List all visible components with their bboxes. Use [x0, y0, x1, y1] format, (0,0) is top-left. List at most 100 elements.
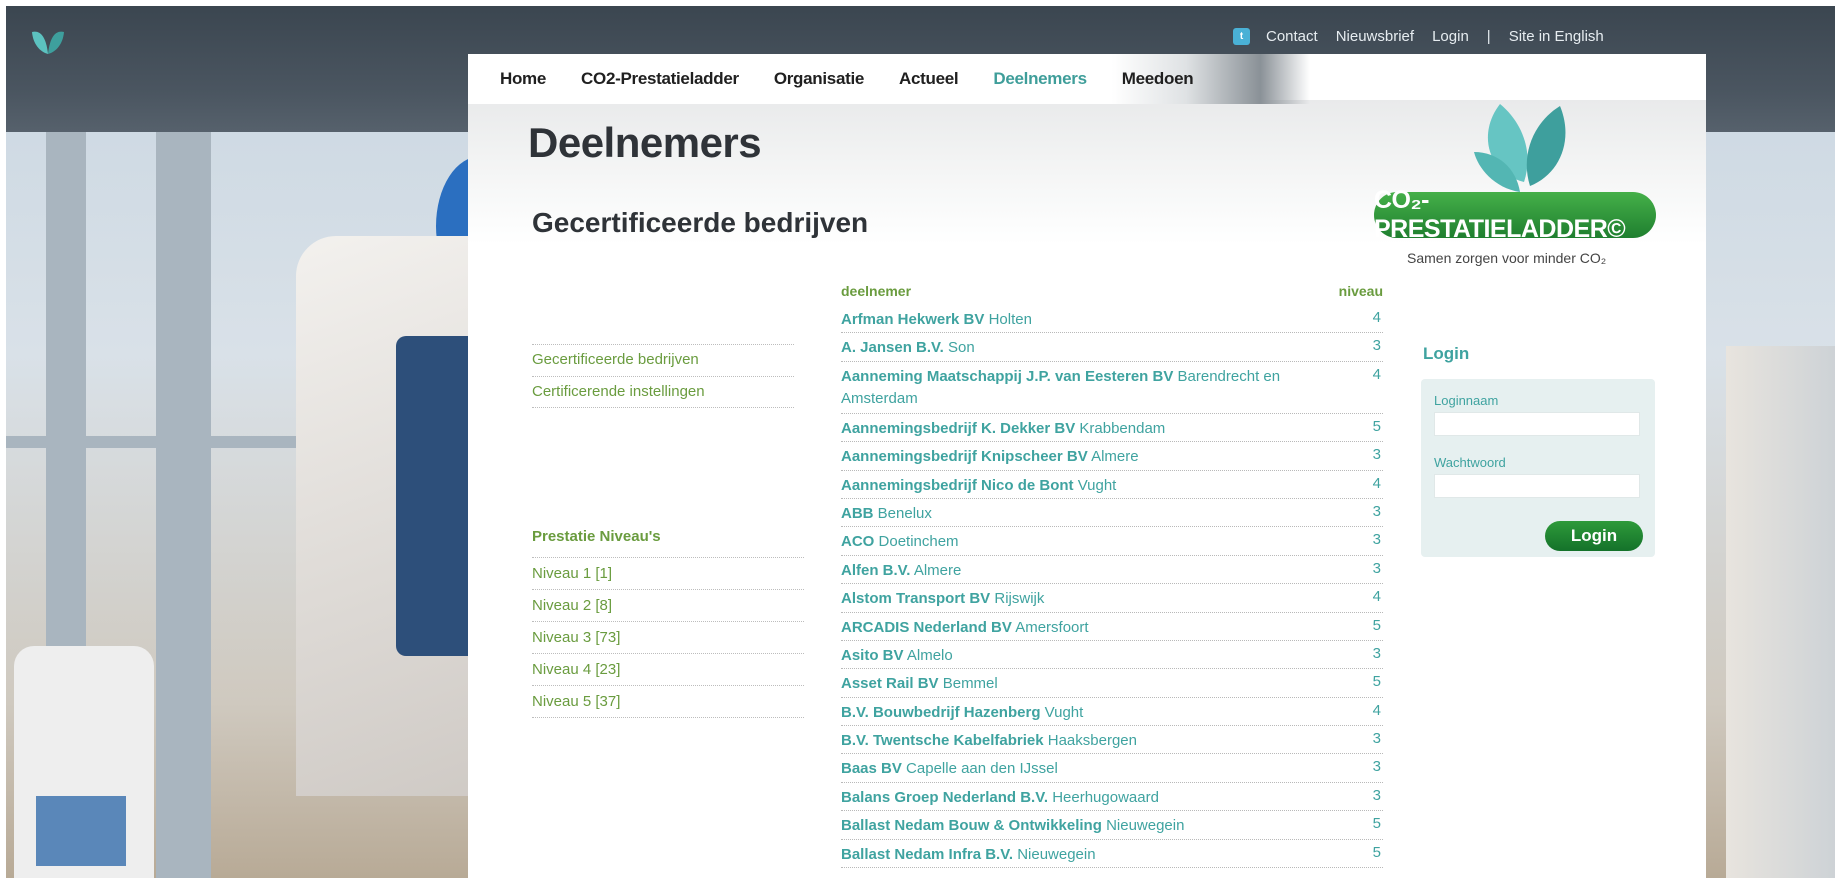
- table-row[interactable]: Alfen B.V. Almere 3: [841, 556, 1383, 585]
- participant-level: 3: [1372, 786, 1381, 804]
- table-row[interactable]: Aanneming Maatschappij J.P. van Eesteren…: [841, 362, 1383, 414]
- username-field[interactable]: [1434, 412, 1640, 436]
- brand-logo[interactable]: CO₂-PRESTATIELADDER© Samen zorgen voor m…: [1374, 82, 1674, 282]
- participant-level: 4: [1372, 309, 1381, 326]
- participant-name[interactable]: ARCADIS Nederland BV Amersfoort: [841, 617, 1311, 639]
- company-name[interactable]: Ballast Nedam Bouw & Ontwikkeling: [841, 817, 1102, 834]
- table-row[interactable]: Baas BV Capelle aan den IJssel 3: [841, 754, 1383, 783]
- table-row[interactable]: Aannemingsbedrijf Nico de Bont Vught 4: [841, 471, 1383, 499]
- nav-deelnemers[interactable]: Deelnemers: [993, 69, 1087, 89]
- table-row[interactable]: Aannemingsbedrijf Knipscheer BV Almere 3: [841, 442, 1383, 471]
- participant-level: 3: [1372, 531, 1381, 549]
- nav-meedoen[interactable]: Meedoen: [1122, 69, 1194, 89]
- column-header-deelnemer: deelnemer: [841, 283, 912, 299]
- company-name[interactable]: Alstom Transport BV: [841, 590, 990, 607]
- participant-level: 3: [1372, 559, 1381, 577]
- participant-name[interactable]: Asset Rail BV Bemmel: [841, 673, 1311, 695]
- password-field[interactable]: [1434, 474, 1640, 498]
- company-name[interactable]: Arfman Hekwerk BV: [841, 311, 984, 328]
- table-row[interactable]: ACO Doetinchem 3: [841, 527, 1383, 556]
- participant-name[interactable]: Baas BV Capelle aan den IJssel: [841, 758, 1311, 780]
- participant-name[interactable]: Asito BV Almelo: [841, 645, 1311, 667]
- company-name[interactable]: Aannemingsbedrijf K. Dekker BV: [841, 420, 1075, 437]
- english-site-link[interactable]: Site in English: [1509, 28, 1604, 45]
- login-button[interactable]: Login: [1545, 521, 1643, 551]
- company-name[interactable]: Baas BV: [841, 760, 902, 777]
- level-filter-item[interactable]: Niveau 5 [37]: [532, 686, 804, 718]
- participant-name[interactable]: Ballast Nedam Bouw & Ontwikkeling Nieuwe…: [841, 815, 1311, 837]
- nav-co2-prestatieladder[interactable]: CO2-Prestatieladder: [581, 69, 739, 89]
- background-bottle-label: [36, 796, 126, 866]
- level-filter-item[interactable]: Niveau 1 [1]: [532, 558, 804, 590]
- table-row[interactable]: Ballast Nedam Bouw & Ontwikkeling Nieuwe…: [841, 811, 1383, 840]
- login-link[interactable]: Login: [1432, 28, 1469, 45]
- level-filter-item[interactable]: Niveau 4 [23]: [532, 654, 804, 686]
- level-filter-item[interactable]: Niveau 2 [8]: [532, 590, 804, 622]
- participant-level: 3: [1372, 730, 1381, 748]
- participant-name[interactable]: Arfman Hekwerk BV Holten: [841, 309, 1311, 331]
- company-city: Holten: [988, 311, 1032, 328]
- company-city: Almere: [1091, 448, 1139, 466]
- company-name[interactable]: Aannemingsbedrijf Nico de Bont: [841, 477, 1074, 494]
- participant-name[interactable]: ABB Benelux: [841, 503, 1311, 525]
- table-row[interactable]: A. Jansen B.V. Son 3: [841, 333, 1383, 362]
- level-filter: Prestatie Niveau's Niveau 1 [1] Niveau 2…: [532, 528, 804, 718]
- company-name[interactable]: ARCADIS Nederland BV: [841, 619, 1012, 636]
- participant-name[interactable]: Aanneming Maatschappij J.P. van Eesteren…: [841, 366, 1311, 410]
- company-name[interactable]: Alfen B.V.: [841, 562, 910, 579]
- level-filter-item[interactable]: Niveau 3 [73]: [532, 622, 804, 654]
- table-row[interactable]: Asset Rail BV Bemmel 5: [841, 669, 1383, 698]
- participant-name[interactable]: A. Jansen B.V. Son: [841, 337, 1311, 359]
- twitter-icon[interactable]: t: [1233, 27, 1250, 45]
- company-name[interactable]: Balans Groep Nederland B.V.: [841, 789, 1048, 806]
- company-name[interactable]: A. Jansen B.V.: [841, 339, 944, 356]
- table-row[interactable]: B.V. Bouwbedrijf Hazenberg Vught 4: [841, 698, 1383, 727]
- side-menu-certificerende-instellingen[interactable]: Certificerende instellingen: [532, 376, 794, 408]
- company-name[interactable]: B.V. Bouwbedrijf Hazenberg: [841, 704, 1040, 721]
- participant-name[interactable]: Alstom Transport BV Rijswijk: [841, 588, 1311, 610]
- nav-home[interactable]: Home: [500, 69, 546, 89]
- company-name[interactable]: Ballast Nedam Infra B.V.: [841, 846, 1013, 863]
- newsletter-link[interactable]: Nieuwsbrief: [1336, 28, 1414, 45]
- participant-level: 5: [1372, 417, 1381, 435]
- nav-organisatie[interactable]: Organisatie: [774, 69, 865, 89]
- participant-name[interactable]: Aannemingsbedrijf Knipscheer BV Almere: [841, 446, 1311, 468]
- participant-name[interactable]: Balans Groep Nederland B.V. Heerhugowaar…: [841, 787, 1311, 809]
- participant-name[interactable]: B.V. Bouwbedrijf Hazenberg Vught: [841, 702, 1311, 724]
- login-form: Loginnaam Wachtwoord Login: [1421, 379, 1655, 557]
- side-menu: Gecertificeerde bedrijven Certificerende…: [532, 344, 794, 408]
- company-name[interactable]: ACO: [841, 533, 874, 550]
- company-city: Son: [948, 339, 975, 357]
- nav-actueel[interactable]: Actueel: [899, 69, 959, 89]
- participant-name[interactable]: B.V. Twentsche Kabelfabriek Haaksbergen: [841, 730, 1311, 752]
- company-name[interactable]: ABB: [841, 505, 874, 522]
- table-row[interactable]: Alstom Transport BV Rijswijk 4: [841, 584, 1383, 613]
- table-row[interactable]: ABB Benelux 3: [841, 499, 1383, 528]
- company-name[interactable]: Aannemingsbedrijf Knipscheer BV: [841, 448, 1088, 465]
- table-row[interactable]: Balans Groep Nederland B.V. Heerhugowaar…: [841, 783, 1383, 812]
- table-header: deelnemer niveau: [841, 283, 1383, 305]
- table-row[interactable]: Ballast Nedam Infra B.V. Nieuwegein 5: [841, 840, 1383, 869]
- contact-link[interactable]: Contact: [1266, 28, 1318, 45]
- company-name[interactable]: Aanneming Maatschappij J.P. van Eesteren…: [841, 368, 1173, 385]
- table-row[interactable]: Aannemingsbedrijf K. Dekker BV Krabbenda…: [841, 414, 1383, 443]
- participant-name[interactable]: Ballast Nedam Infra B.V. Nieuwegein: [841, 844, 1311, 866]
- company-name[interactable]: Asito BV: [841, 647, 904, 664]
- table-row[interactable]: ARCADIS Nederland BV Amersfoort 5: [841, 613, 1383, 641]
- participant-level: 5: [1372, 843, 1381, 861]
- side-menu-gecertificeerde-bedrijven[interactable]: Gecertificeerde bedrijven: [532, 344, 794, 376]
- background-structure: [1726, 346, 1835, 878]
- company-name[interactable]: Asset Rail BV: [841, 675, 939, 692]
- company-name[interactable]: B.V. Twentsche Kabelfabriek: [841, 732, 1044, 749]
- participant-name[interactable]: Alfen B.V. Almere: [841, 560, 1311, 582]
- participant-name[interactable]: ACO Doetinchem: [841, 531, 1311, 553]
- company-city: Vught: [1044, 703, 1084, 721]
- participant-name[interactable]: Aannemingsbedrijf Nico de Bont Vught: [841, 475, 1311, 497]
- company-city: Vught: [1077, 476, 1117, 494]
- table-row[interactable]: B.V. Twentsche Kabelfabriek Haaksbergen 3: [841, 726, 1383, 755]
- company-city: Haaksbergen: [1047, 732, 1137, 750]
- participant-name[interactable]: Aannemingsbedrijf K. Dekker BV Krabbenda…: [841, 418, 1311, 440]
- table-row[interactable]: Asito BV Almelo 3: [841, 641, 1383, 670]
- table-row[interactable]: Arfman Hekwerk BV Holten 4: [841, 305, 1383, 334]
- leaf-logo-icon[interactable]: [30, 28, 66, 58]
